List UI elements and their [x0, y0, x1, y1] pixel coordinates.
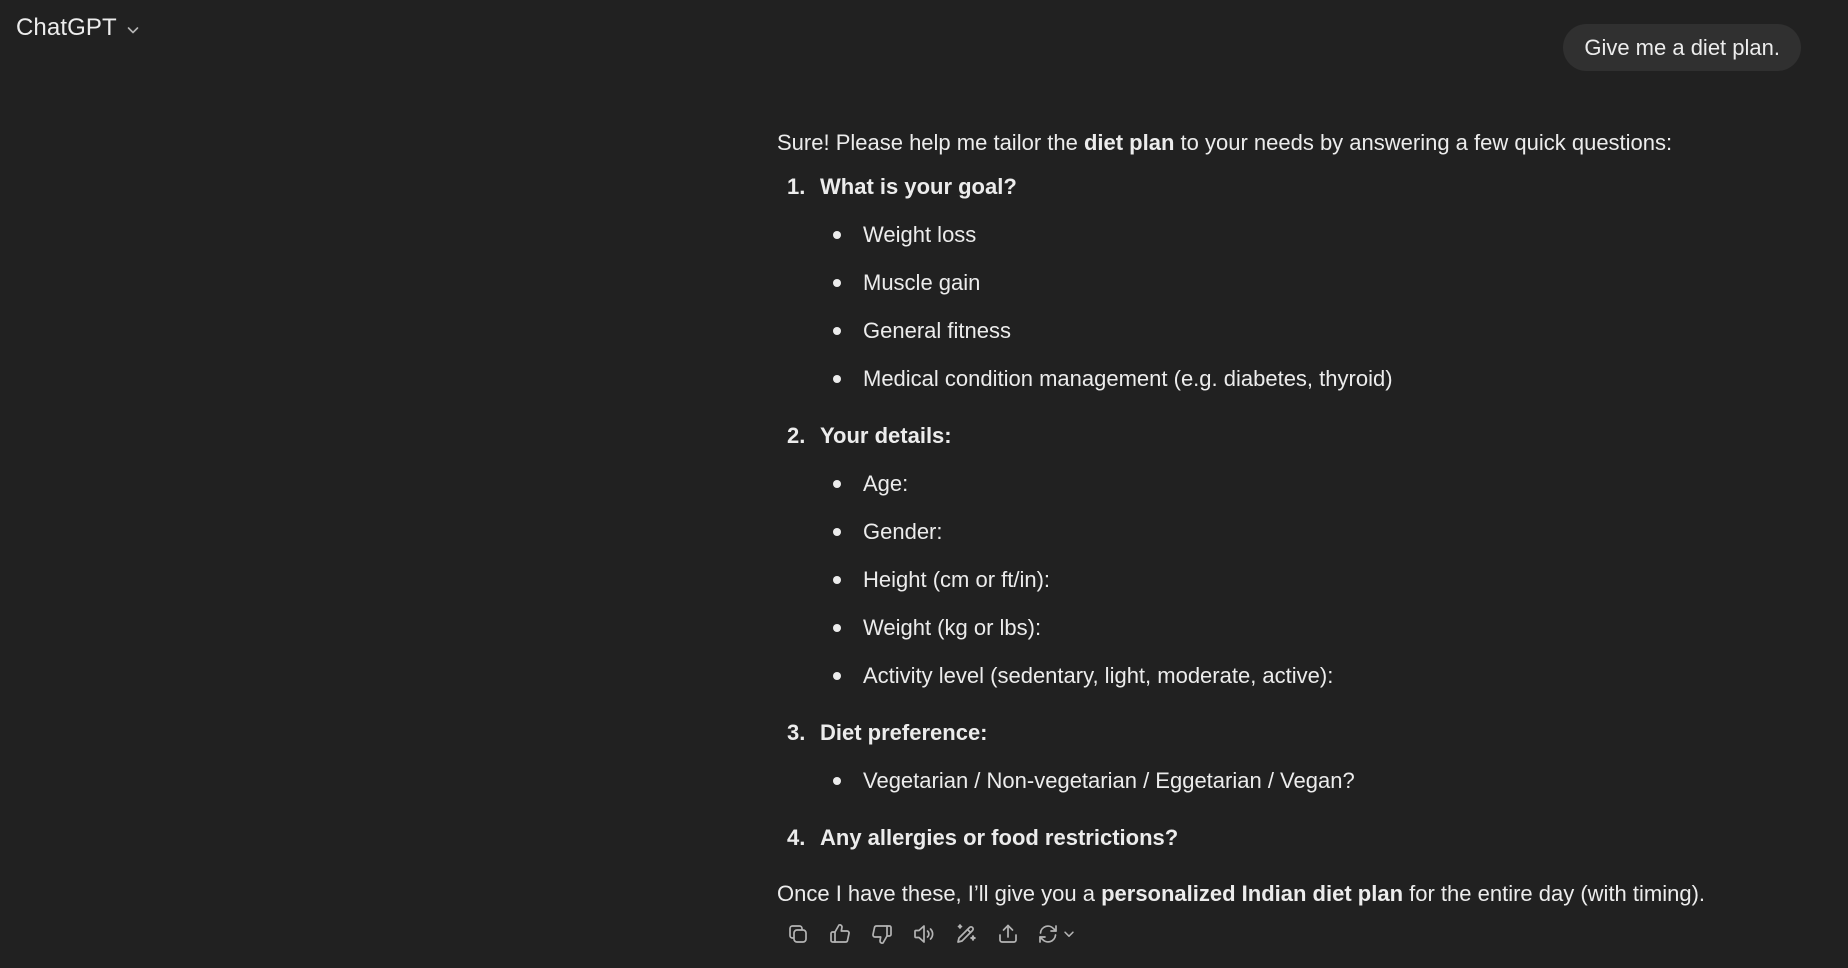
outro-text-end: for the entire day (with timing). [1403, 881, 1706, 906]
list-item: Weight loss [777, 215, 1797, 263]
share-button[interactable] [987, 918, 1029, 950]
assistant-intro: Sure! Please help me tailor the diet pla… [777, 128, 1797, 167]
outro-bold-text: personalized Indian diet plan [1101, 881, 1404, 906]
thumbs-down-icon [872, 925, 892, 944]
outro-text: Once I have these, I’ll give you a [777, 881, 1102, 906]
question-heading: Diet preference: [820, 720, 988, 745]
list-item: Medical condition management (e.g. diabe… [777, 359, 1797, 407]
copy-button[interactable] [777, 918, 819, 950]
user-message-bubble: Give me a diet plan. [1563, 24, 1801, 71]
chevron-down-icon [1064, 931, 1074, 937]
list-item: Gender: [777, 512, 1797, 560]
good-response-button[interactable] [819, 918, 861, 950]
question-item: 2. Your details: Age: Gender: Height (cm… [777, 416, 1797, 704]
copy-icon [789, 925, 807, 943]
chevron-down-icon [127, 26, 139, 33]
share-icon [999, 924, 1017, 943]
questions-list: 1. What is your goal? Weight loss Muscle… [777, 167, 1797, 866]
thumbs-up-icon [830, 924, 850, 943]
list-item: Activity level (sedentary, light, modera… [777, 656, 1797, 704]
list-item: Muscle gain [777, 263, 1797, 311]
regenerate-button[interactable] [1029, 918, 1083, 950]
model-selector[interactable]: ChatGPT [16, 14, 141, 42]
regenerate-icon [1039, 925, 1057, 943]
speaker-icon [914, 925, 934, 943]
message-actions-bar [777, 918, 1083, 950]
question-item: 3. Diet preference: Vegetarian / Non-veg… [777, 713, 1797, 809]
question-item: 1. What is your goal? Weight loss Muscle… [777, 167, 1797, 407]
intro-text-end: to your needs by answering a few quick q… [1174, 130, 1673, 155]
list-item: Height (cm or ft/in): [777, 560, 1797, 608]
bad-response-button[interactable] [861, 918, 903, 950]
question-heading: Your details: [820, 423, 952, 448]
list-item: Vegetarian / Non-vegetarian / Eggetarian… [777, 761, 1797, 809]
question-number: 3. [787, 720, 806, 745]
app-title: ChatGPT [16, 14, 117, 41]
question-heading: What is your goal? [820, 174, 1017, 199]
intro-bold-text: diet plan [1083, 130, 1175, 155]
list-item: General fitness [777, 311, 1797, 359]
assistant-outro: Once I have these, I’ll give you a perso… [777, 874, 1797, 913]
question-item: 4. Any allergies or food restrictions? [777, 818, 1797, 866]
question-options: Age: Gender: Height (cm or ft/in): Weigh… [777, 464, 1797, 704]
assistant-message: Sure! Please help me tailor the diet pla… [777, 128, 1797, 913]
question-number: 4. [787, 825, 806, 850]
question-options: Weight loss Muscle gain General fitness … [777, 215, 1797, 407]
question-number: 1. [787, 174, 806, 199]
edit-canvas-icon [957, 924, 976, 943]
question-options: Vegetarian / Non-vegetarian / Eggetarian… [777, 761, 1797, 809]
read-aloud-button[interactable] [903, 918, 945, 950]
question-heading: Any allergies or food restrictions? [820, 825, 1179, 850]
chat-window: ChatGPT Give me a diet plan. Sure! Pleas… [0, 0, 1848, 968]
list-item: Age: [777, 464, 1797, 512]
intro-text: Sure! Please help me tailor the [777, 130, 1084, 155]
list-item: Weight (kg or lbs): [777, 608, 1797, 656]
edit-in-canvas-button[interactable] [945, 918, 987, 950]
question-number: 2. [787, 423, 806, 448]
